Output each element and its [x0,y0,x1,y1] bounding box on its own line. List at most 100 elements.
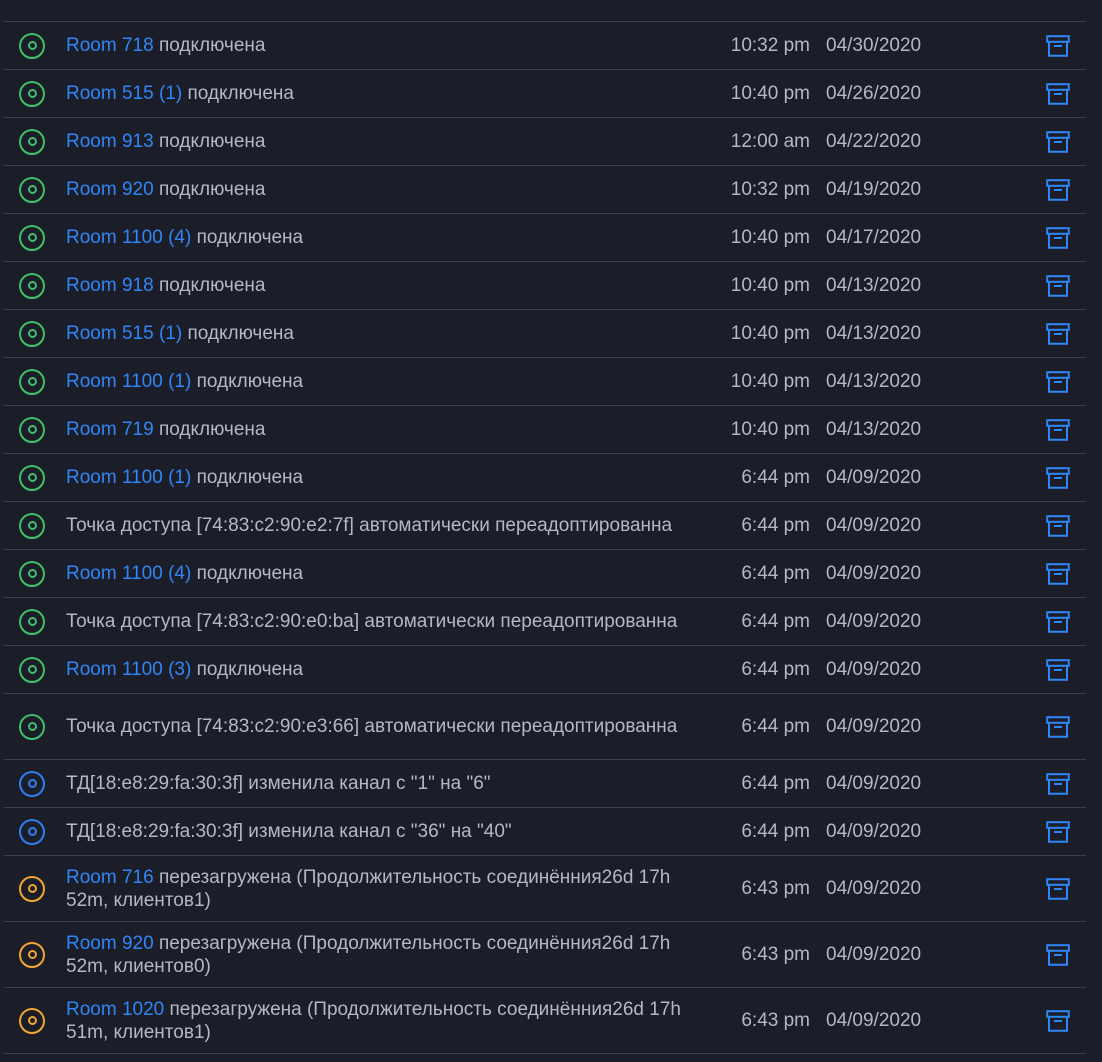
archive-button[interactable] [946,943,1086,966]
archive-icon[interactable] [1046,715,1070,738]
event-row: Room 1100 (4) подключена 10:40 pm 04/17/… [4,214,1086,262]
archive-icon[interactable] [1046,130,1070,153]
event-message: ТД[18:e8:29:fa:30:3f] изменила канал с "… [66,772,726,795]
archive-icon[interactable] [1046,82,1070,105]
archive-icon[interactable] [1046,820,1070,843]
event-row: ТД[18:e8:29:fa:30:3f] изменила канал с "… [4,760,1086,808]
event-time: 10:40 pm [730,322,810,344]
event-time: 10:40 pm [730,418,810,440]
status-circle-icon [19,512,45,539]
device-link[interactable]: Room 918 [66,275,154,296]
status-circle-icon [19,560,45,587]
archive-button[interactable] [946,322,1086,345]
device-link[interactable]: Room 913 [66,131,154,152]
status-cell [4,32,66,59]
archive-icon[interactable] [1046,178,1070,201]
archive-button[interactable] [946,34,1086,57]
event-text: подключена [153,419,266,440]
device-link[interactable]: Room 1020 [66,999,164,1020]
event-time: 6:43 pm [741,943,810,965]
archive-button[interactable] [946,178,1086,201]
event-date: 04/13/2020 [826,322,922,344]
archive-button[interactable] [946,562,1086,585]
archive-icon[interactable] [1046,877,1070,900]
archive-button[interactable] [946,820,1086,843]
device-link[interactable]: Room 718 [66,35,154,56]
device-link[interactable]: Room 515 (1) [66,83,182,104]
archive-button[interactable] [946,877,1086,900]
archive-icon[interactable] [1046,370,1070,393]
archive-button[interactable] [946,418,1086,441]
archive-button[interactable] [946,226,1086,249]
device-link[interactable]: Room 1100 (4) [66,227,191,248]
event-date: 04/09/2020 [826,877,922,899]
event-text: ТД[18:e8:29:fa:30:3f] изменила канал с "… [66,773,491,794]
archive-icon[interactable] [1046,322,1070,345]
archive-icon[interactable] [1046,658,1070,681]
device-link[interactable]: Room 716 [66,867,154,888]
archive-button[interactable] [946,715,1086,738]
status-cell [4,770,66,797]
archive-icon[interactable] [1046,514,1070,537]
device-link[interactable]: Room 1100 (4) [66,563,191,584]
archive-button[interactable] [946,130,1086,153]
archive-icon[interactable] [1046,1009,1070,1032]
archive-icon[interactable] [1046,610,1070,633]
event-text: Точка доступа [74:83:c2:90:e2:7f] автома… [66,515,673,536]
archive-icon[interactable] [1046,226,1070,249]
event-time: 6:44 pm [741,820,810,842]
event-message: Room 719 подключена [66,418,726,441]
event-time: 10:40 pm [730,82,810,104]
event-message: ТД[18:e8:29:fa:30:3f] изменила канал с "… [66,820,726,843]
event-row: Room 1100 (3) подключена 6:44 pm 04/09/2… [4,646,1086,694]
event-text: ТД[18:e8:29:fa:30:3f] изменила канал с "… [66,821,512,842]
event-message: Room 920 подключена [66,178,726,201]
event-text: подключена [182,323,294,344]
archive-button[interactable] [946,658,1086,681]
device-link[interactable]: Room 1100 (3) [66,659,191,680]
archive-icon[interactable] [1046,466,1070,489]
event-text: перезагружена (Продолжительность соединё… [66,866,671,911]
archive-button[interactable] [946,274,1086,297]
event-date: 04/09/2020 [826,1009,922,1031]
device-link[interactable]: Room 719 [66,419,154,440]
archive-button[interactable] [946,610,1086,633]
event-date: 04/13/2020 [826,274,922,296]
event-date: 04/19/2020 [826,178,922,200]
device-link[interactable]: Room 1100 (1) [66,371,191,392]
device-link[interactable]: Room 920 [66,933,154,954]
archive-icon[interactable] [1046,562,1070,585]
event-row: Точка доступа [74:83:c2:90:e3:66] автома… [4,694,1086,760]
archive-button[interactable] [946,82,1086,105]
archive-button[interactable] [946,370,1086,393]
event-date: 04/13/2020 [826,418,922,440]
event-date: 04/09/2020 [826,514,922,536]
archive-button[interactable] [946,514,1086,537]
archive-button[interactable] [946,1009,1086,1032]
event-time: 6:44 pm [741,772,810,794]
archive-icon[interactable] [1046,772,1070,795]
event-time: 10:40 pm [730,226,810,248]
archive-icon[interactable] [1046,34,1070,57]
status-circle-icon [19,1007,45,1034]
archive-icon[interactable] [1046,418,1070,441]
device-link[interactable]: Room 515 (1) [66,323,182,344]
device-link[interactable]: Room 1100 (1) [66,467,191,488]
status-cell [4,1007,66,1034]
event-row: Room 719 подключена 10:40 pm 04/13/2020 [4,406,1086,454]
event-text: подключена [153,131,266,152]
device-link[interactable]: Room 920 [66,179,154,200]
event-message: Room 515 (1) подключена [66,82,726,105]
event-text: подключена [191,467,304,488]
status-cell [4,713,66,740]
event-row: Room 1100 (4) подключена 6:44 pm 04/09/2… [4,550,1086,598]
archive-icon[interactable] [1046,274,1070,297]
archive-icon[interactable] [1046,943,1070,966]
event-date: 04/09/2020 [826,610,922,632]
archive-button[interactable] [946,772,1086,795]
event-time: 6:43 pm [741,1009,810,1031]
archive-button[interactable] [946,466,1086,489]
event-time: 12:00 am [730,130,810,152]
event-message: Точка доступа [74:83:c2:90:e0:ba] автома… [66,610,726,633]
event-row: Room 920 перезагружена (Продолжительност… [4,922,1086,988]
